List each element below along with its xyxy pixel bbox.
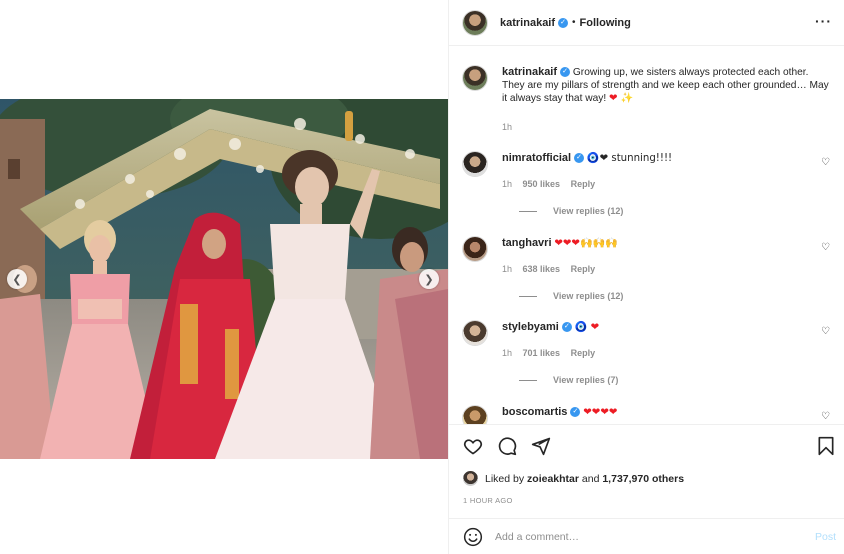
verified-badge-icon: ✓ (558, 17, 569, 28)
comment-meta: 1h 638 likes Reply (502, 264, 603, 274)
commenter-avatar[interactable] (463, 406, 487, 424)
chevron-right-icon: ❯ (424, 273, 434, 286)
caption-username[interactable]: katrinakaif (502, 66, 557, 78)
bookmark-icon[interactable] (816, 436, 836, 456)
comment-like-heart-icon[interactable]: ♡ (821, 243, 831, 253)
likes-summary: Liked by zoieakhtar and 1,737,970 others (463, 471, 684, 486)
replies-line (519, 295, 537, 297)
comment-like-heart-icon[interactable]: ♡ (821, 412, 831, 422)
replies-line (519, 379, 537, 381)
wedding-photo-illustration (0, 99, 448, 459)
add-comment-bar: Post (449, 518, 844, 554)
chevron-left-icon: ❮ (12, 273, 22, 286)
comment-like-heart-icon[interactable]: ♡ (821, 327, 831, 337)
comment-username[interactable]: boscomartis (502, 406, 567, 418)
comment-input[interactable] (495, 531, 815, 543)
comment-likes[interactable]: 638 likes (523, 264, 561, 274)
view-replies-button[interactable]: View replies (12) (519, 206, 623, 216)
caption-time[interactable]: 1h (502, 122, 512, 132)
verified-badge-icon: ✓ (561, 322, 572, 333)
commenter-avatar[interactable] (463, 321, 487, 345)
post-header: katrinakaif ✓ • Following ··· (449, 0, 844, 46)
verified-badge-icon: ✓ (570, 407, 581, 418)
more-horizontal-icon[interactable]: ··· (815, 13, 832, 29)
comment-likes[interactable]: 701 likes (523, 348, 561, 358)
view-replies-label: View replies (12) (553, 291, 624, 301)
author-username[interactable]: katrinakaif (500, 17, 555, 29)
comment-reply-button[interactable]: Reply (571, 179, 596, 189)
view-replies-label: View replies (12) (553, 206, 624, 216)
comment-meta: 1h 701 likes Reply (502, 348, 603, 358)
comment-body: 🧿 ❤ (574, 322, 600, 333)
author-avatar[interactable] (463, 10, 487, 35)
comment-time[interactable]: 1h (502, 264, 512, 274)
media-area: ❮ ❯ (0, 0, 448, 554)
previous-photo-button[interactable]: ❮ (7, 269, 27, 289)
caption-meta: 1h (502, 122, 520, 132)
post-photo[interactable] (0, 99, 448, 459)
liker-username[interactable]: zoieakhtar (527, 473, 579, 485)
comment-meta: 1h 950 likes Reply (502, 179, 603, 189)
verified-badge-icon: ✓ (560, 67, 571, 78)
separator-dot: • (572, 17, 576, 28)
post-time[interactable]: 1 HOUR AGO (463, 496, 513, 505)
likes-others-count[interactable]: 1,737,970 others (602, 473, 684, 485)
view-replies-button[interactable]: View replies (12) (519, 291, 623, 301)
comments-list[interactable]: katrinakaif ✓ Growing up, we sisters alwa… (449, 47, 844, 424)
likes-and: and (581, 472, 600, 485)
view-replies-label: View replies (7) (553, 375, 619, 385)
following-button[interactable]: Following (580, 17, 631, 29)
comment-username[interactable]: stylebyami (502, 321, 559, 333)
commenter-avatar[interactable] (463, 152, 487, 176)
comment-likes[interactable]: 950 likes (523, 179, 561, 189)
comment-body: ❤❤❤🙌🙌🙌 (554, 238, 619, 249)
comment-body: 🧿❤ stunning!!!! (586, 153, 673, 164)
author-avatar[interactable] (463, 66, 487, 90)
comment-text: tanghavri ❤❤❤🙌🙌🙌 (502, 237, 832, 250)
caption-text: katrinakaif ✓ Growing up, we sisters alwa… (502, 66, 832, 105)
post-details-panel: katrinakaif ✓ • Following ··· katrinakai… (448, 0, 844, 554)
post-comment-button[interactable]: Post (815, 531, 836, 543)
liked-by-label: Liked by (485, 472, 525, 485)
comment-like-heart-icon[interactable]: ♡ (821, 158, 831, 168)
comment-reply-button[interactable]: Reply (571, 348, 596, 358)
comment-time[interactable]: 1h (502, 179, 512, 189)
view-replies-button[interactable]: View replies (7) (519, 375, 618, 385)
smiley-icon[interactable] (463, 527, 483, 547)
comment-text: stylebyami ✓ 🧿 ❤ (502, 321, 832, 334)
comment-username[interactable]: tanghavri (502, 237, 552, 249)
caption-emojis: ❤ ✨ (609, 93, 634, 104)
next-photo-button[interactable]: ❯ (419, 269, 439, 289)
heart-icon[interactable] (463, 436, 483, 456)
comment-icon[interactable] (497, 436, 517, 456)
replies-line (519, 210, 537, 212)
liker-avatar[interactable] (463, 471, 478, 486)
comment-time[interactable]: 1h (502, 348, 512, 358)
verified-badge-icon: ✓ (574, 153, 585, 164)
comment-text: nimratofficial ✓ 🧿❤ stunning!!!! (502, 152, 832, 165)
post-actions: Liked by zoieakhtar and 1,737,970 others… (449, 424, 844, 554)
comment-username[interactable]: nimratofficial (502, 152, 571, 164)
comment-text: boscomartis ✓ ❤❤❤❤ (502, 406, 832, 419)
comment-reply-button[interactable]: Reply (571, 264, 596, 274)
comment-body: ❤❤❤❤ (583, 407, 618, 418)
action-icons (463, 436, 551, 456)
commenter-avatar[interactable] (463, 237, 487, 261)
share-icon[interactable] (531, 436, 551, 456)
